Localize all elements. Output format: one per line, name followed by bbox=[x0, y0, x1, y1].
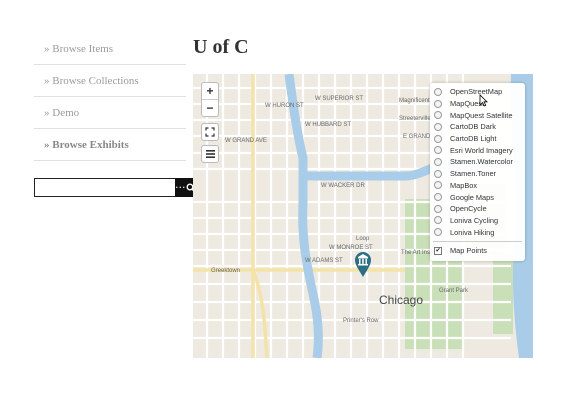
zoom-control: + − bbox=[201, 82, 219, 117]
layer-option[interactable]: Stamen.Watercolor bbox=[430, 156, 525, 168]
fullscreen-icon bbox=[205, 127, 215, 137]
radio-button[interactable] bbox=[434, 193, 442, 202]
svg-text:Loop: Loop bbox=[356, 236, 370, 242]
radio-button[interactable] bbox=[434, 216, 442, 225]
layer-option[interactable]: CartoDB Light bbox=[430, 133, 525, 145]
zoom-in-button[interactable]: + bbox=[202, 83, 218, 99]
radio-button[interactable] bbox=[434, 134, 442, 143]
radio-button[interactable] bbox=[434, 87, 442, 96]
search-options-button[interactable]: ··· bbox=[175, 178, 186, 197]
svg-text:W WACKER DR: W WACKER DR bbox=[321, 183, 365, 189]
hamburger-icon bbox=[205, 150, 215, 158]
nav-browse-items[interactable]: » Browse Items bbox=[34, 33, 186, 65]
radio-button[interactable] bbox=[434, 157, 442, 166]
page-title: U of C bbox=[193, 36, 249, 58]
sidebar-nav: » Browse Items » Browse Collections » De… bbox=[34, 33, 186, 161]
fullscreen-button[interactable] bbox=[202, 124, 218, 140]
layers-menu-button[interactable] bbox=[201, 145, 219, 163]
radio-button[interactable] bbox=[434, 146, 442, 155]
svg-text:Streeterville: Streeterville bbox=[399, 116, 431, 122]
radio-button[interactable] bbox=[434, 169, 442, 178]
svg-text:W SUPERIOR ST: W SUPERIOR ST bbox=[315, 96, 363, 102]
radio-button[interactable] bbox=[434, 228, 442, 237]
map-city-label: Chicago bbox=[379, 293, 424, 307]
layer-option[interactable]: Google Maps bbox=[430, 191, 525, 203]
layer-option[interactable]: CartoDB Dark bbox=[430, 121, 525, 133]
checkbox[interactable]: ✔ bbox=[434, 246, 442, 255]
radio-button[interactable] bbox=[434, 111, 442, 120]
layer-option[interactable]: OpenStreetMap bbox=[430, 86, 525, 98]
search-input[interactable] bbox=[34, 178, 175, 197]
svg-text:W ADAMS ST: W ADAMS ST bbox=[305, 258, 343, 264]
radio-button[interactable] bbox=[434, 99, 442, 108]
nav-browse-collections[interactable]: » Browse Collections bbox=[34, 65, 186, 97]
layer-option[interactable]: MapQuest bbox=[430, 98, 525, 110]
layer-option[interactable]: Stamen.Toner bbox=[430, 168, 525, 180]
nav-demo[interactable]: » Demo bbox=[34, 97, 186, 129]
layer-option[interactable]: Esri World Imagery bbox=[430, 144, 525, 156]
layer-option[interactable]: OpenCycle bbox=[430, 203, 525, 215]
panel-divider bbox=[433, 240, 522, 242]
radio-button[interactable] bbox=[434, 122, 442, 131]
map-marker[interactable] bbox=[353, 250, 373, 278]
map-view[interactable]: W SUPERIOR ST W HURON ST W HUBBARD ST W … bbox=[193, 74, 533, 358]
layer-option[interactable]: Loniva Hiking bbox=[430, 226, 525, 238]
svg-text:W HUBBARD ST: W HUBBARD ST bbox=[305, 122, 351, 128]
svg-text:W HURON ST: W HURON ST bbox=[265, 103, 304, 109]
nav-browse-exhibits[interactable]: » Browse Exhibits bbox=[34, 129, 186, 161]
layer-option[interactable]: MapQuest Satellite bbox=[430, 109, 525, 121]
layer-option[interactable]: Loniva Cycling bbox=[430, 215, 525, 227]
svg-text:Printer's Row: Printer's Row bbox=[343, 318, 379, 324]
layer-option[interactable]: MapBox bbox=[430, 180, 525, 192]
fullscreen-control bbox=[201, 123, 219, 141]
overlay-option[interactable]: ✔ Map Points bbox=[430, 245, 525, 257]
svg-text:Greektown: Greektown bbox=[211, 268, 240, 274]
svg-text:W GRAND AVE: W GRAND AVE bbox=[225, 138, 267, 144]
svg-text:Grant Park: Grant Park bbox=[439, 288, 469, 294]
radio-button[interactable] bbox=[434, 204, 442, 213]
zoom-out-button[interactable]: − bbox=[202, 99, 218, 116]
radio-button[interactable] bbox=[434, 181, 442, 190]
layer-switcher-panel: OpenStreetMap MapQuest MapQuest Satellit… bbox=[430, 83, 525, 261]
museum-marker-icon bbox=[355, 252, 371, 277]
search-form: ··· bbox=[34, 178, 196, 197]
mouse-pointer-icon bbox=[479, 94, 488, 107]
